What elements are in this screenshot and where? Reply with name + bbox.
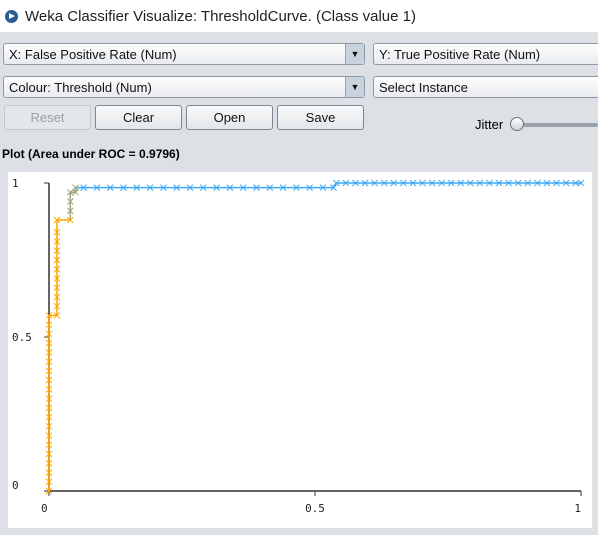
save-button[interactable]: Save	[277, 105, 364, 130]
y-axis-value: Y: True Positive Rate (Num)	[379, 46, 541, 62]
select-instance-select[interactable]: Select Instance	[373, 76, 598, 98]
weka-app-icon	[5, 9, 18, 23]
plot-label: Plot (Area under ROC = 0.9796)	[2, 147, 180, 161]
select-instance-value: Select Instance	[379, 79, 468, 95]
clear-button[interactable]: Clear	[95, 105, 182, 130]
jitter-slider-handle[interactable]	[510, 117, 524, 131]
chevron-down-icon[interactable]: ▼	[345, 77, 364, 97]
plot-area[interactable]: 0 0.5 1 0 0.5 1	[8, 172, 592, 528]
chevron-down-icon[interactable]: ▼	[345, 44, 364, 64]
roc-plot[interactable]: 0 0.5 1 0 0.5 1	[8, 172, 592, 528]
open-button[interactable]: Open	[186, 105, 273, 130]
y-tick-label: 0.5	[12, 331, 32, 344]
reset-button[interactable]: Reset	[4, 105, 91, 130]
y-tick-label: 0	[12, 479, 19, 492]
x-tick-label: 0	[41, 502, 48, 515]
jitter-slider[interactable]	[516, 123, 598, 127]
jitter-label: Jitter	[475, 117, 504, 132]
window-title: Weka Classifier Visualize: ThresholdCurv…	[25, 7, 416, 25]
x-axis-value: X: False Positive Rate (Num)	[9, 46, 177, 62]
colour-value: Colour: Threshold (Num)	[9, 79, 152, 95]
title-bar: Weka Classifier Visualize: ThresholdCurv…	[0, 0, 598, 32]
colour-select[interactable]: Colour: Threshold (Num) ▼	[3, 76, 365, 98]
y-axis-select[interactable]: Y: True Positive Rate (Num)	[373, 43, 598, 65]
x-tick-label: 0.5	[305, 502, 325, 515]
x-axis-select[interactable]: X: False Positive Rate (Num) ▼	[3, 43, 365, 65]
x-tick-label: 1	[574, 502, 581, 515]
y-tick-label: 1	[12, 177, 19, 190]
